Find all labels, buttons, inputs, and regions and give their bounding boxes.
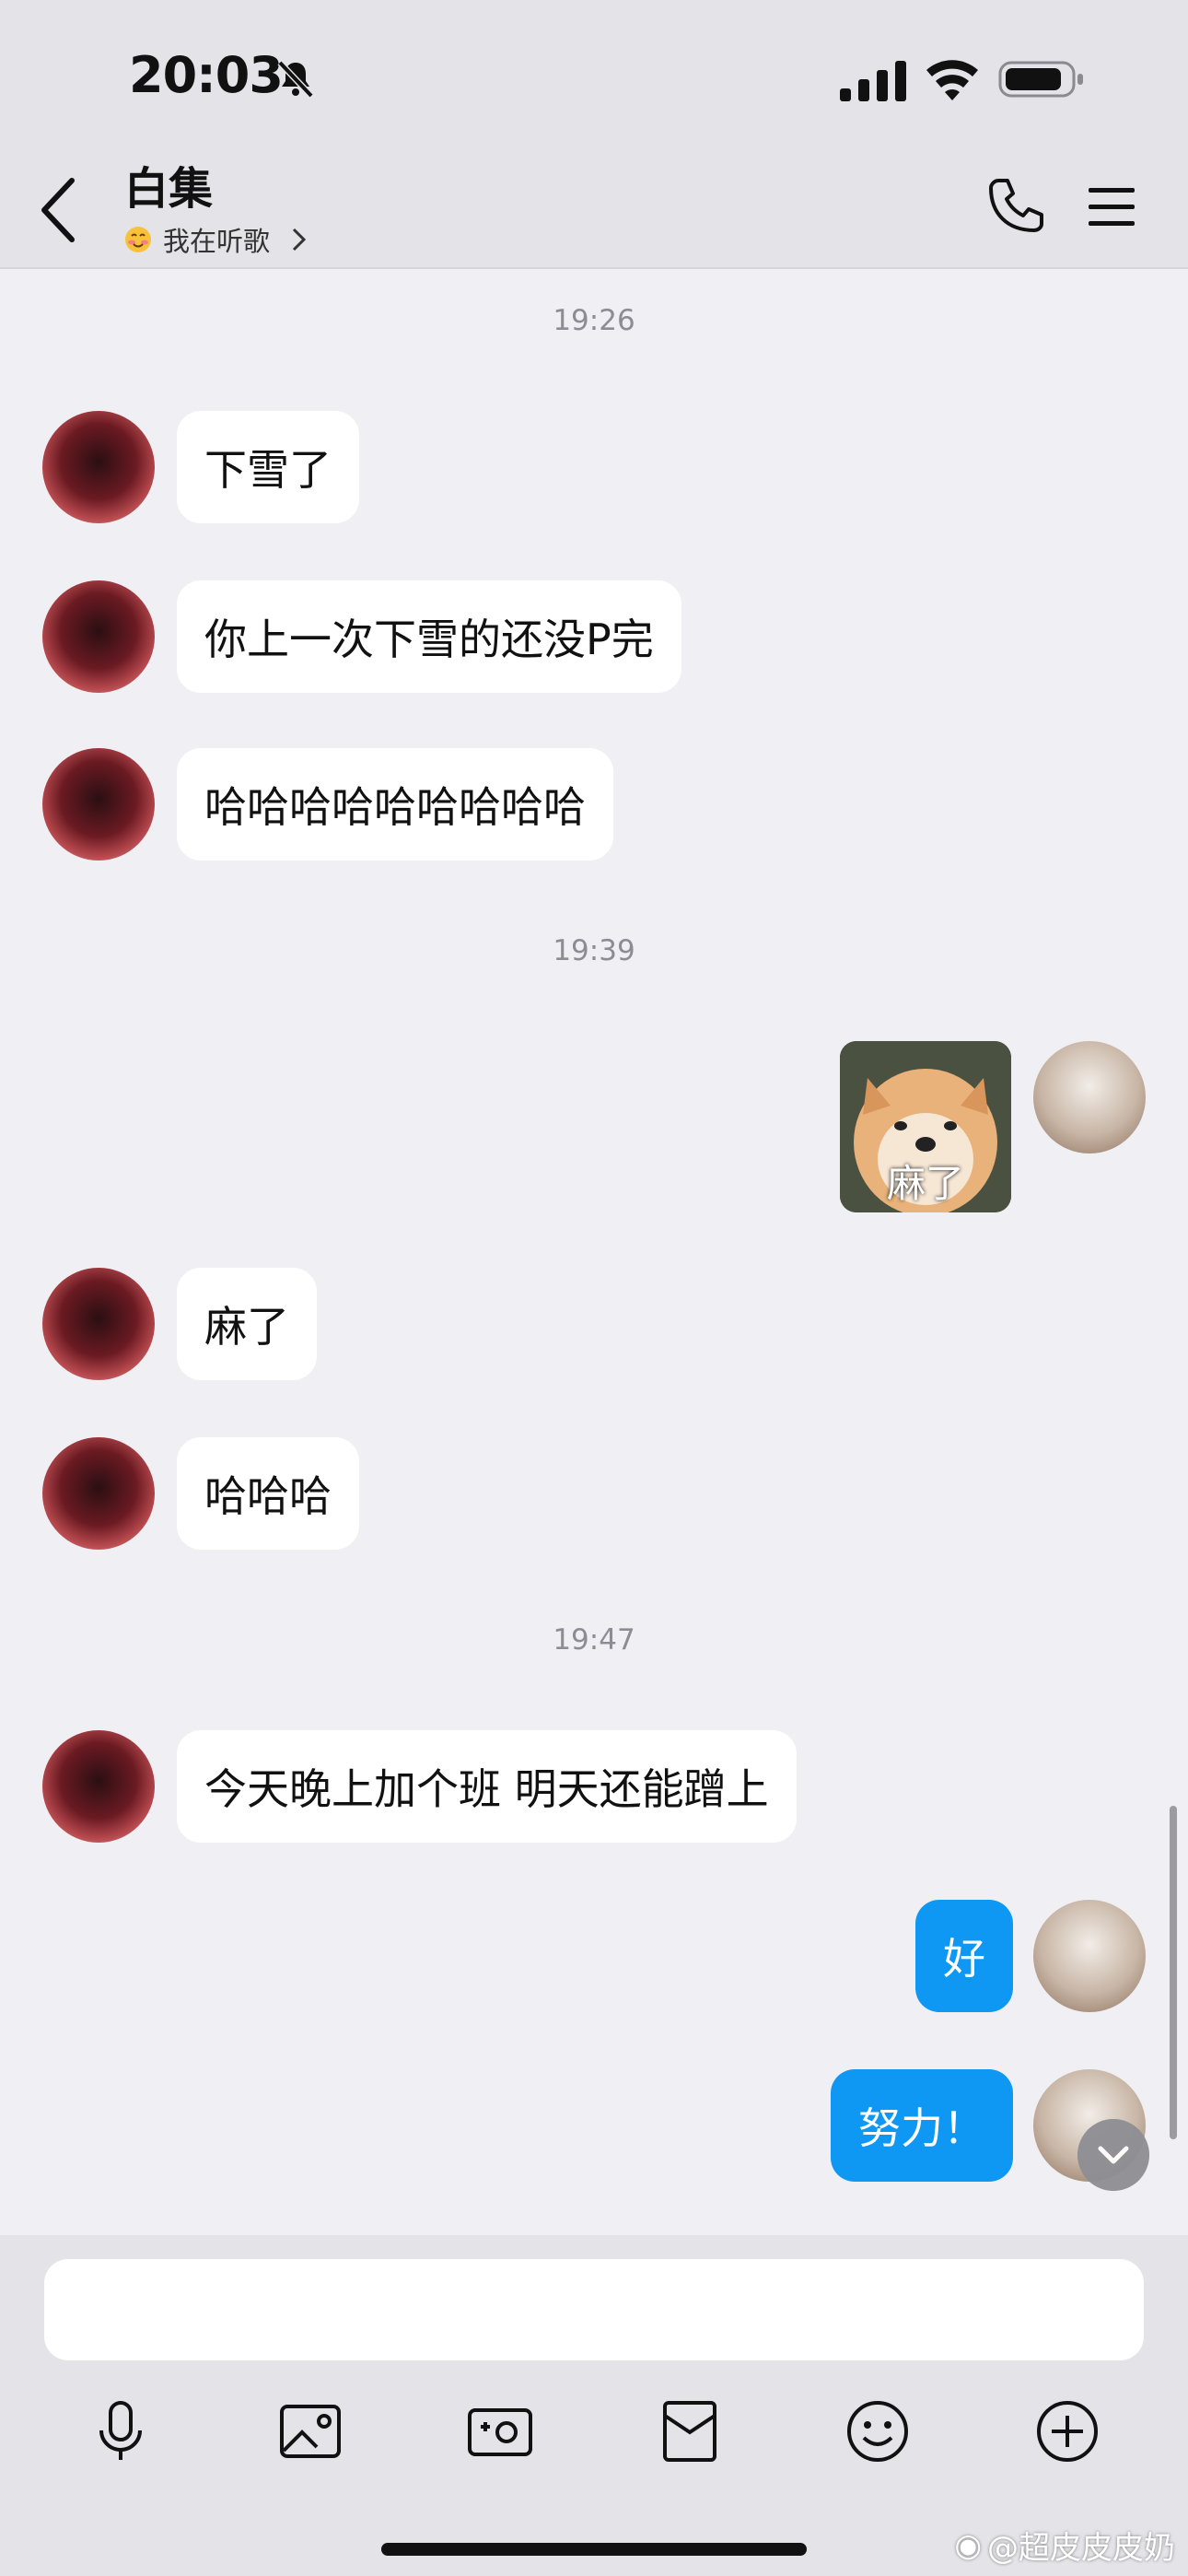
outgoing-message-bubble[interactable]: 好 bbox=[915, 1900, 1013, 2012]
message-row: 哈哈哈哈哈哈哈哈哈 bbox=[0, 748, 1188, 862]
message-row: 你上一次下雪的还没P完 bbox=[0, 580, 1188, 695]
message-row: 麻了 bbox=[0, 1041, 1188, 1216]
emoji-icon[interactable] bbox=[842, 2395, 914, 2467]
message-row: 今天晚上加个班 明天还能蹭上 bbox=[0, 1730, 1188, 1844]
contact-avatar[interactable] bbox=[42, 411, 155, 523]
smiling-emoji-icon bbox=[125, 227, 151, 252]
status-line[interactable]: 我在听歌 bbox=[124, 221, 309, 258]
plus-icon[interactable] bbox=[1031, 2395, 1103, 2467]
toolbar bbox=[0, 2383, 1188, 2502]
contact-avatar[interactable] bbox=[42, 748, 155, 861]
incoming-message-bubble[interactable]: 哈哈哈 bbox=[177, 1437, 359, 1550]
my-avatar[interactable] bbox=[1033, 1041, 1146, 1153]
phone-call-button[interactable] bbox=[984, 175, 1046, 238]
incoming-message-bubble[interactable]: 哈哈哈哈哈哈哈哈哈 bbox=[177, 748, 613, 861]
input-bar: ◉ @超皮皮皮奶 bbox=[0, 2235, 1188, 2576]
incoming-message-bubble[interactable]: 你上一次下雪的还没P完 bbox=[177, 580, 681, 693]
message-row: 好 bbox=[0, 1900, 1188, 2014]
image-icon[interactable] bbox=[274, 2395, 346, 2467]
incoming-message-bubble[interactable]: 下雪了 bbox=[177, 411, 359, 523]
chat-title[interactable]: 白集 bbox=[124, 152, 213, 217]
home-indicator[interactable] bbox=[381, 2543, 807, 2556]
signal-icon bbox=[840, 61, 906, 101]
timestamp: 19:26 bbox=[553, 304, 635, 337]
contact-avatar[interactable] bbox=[42, 580, 155, 693]
sticker-message[interactable]: 麻了 bbox=[840, 1041, 1011, 1212]
chevron-right-icon bbox=[292, 228, 307, 252]
mute-bell-icon bbox=[277, 60, 314, 99]
camera-icon[interactable] bbox=[464, 2395, 536, 2467]
message-row: 麻了 bbox=[0, 1268, 1188, 1382]
watermark: ◉ @超皮皮皮奶 bbox=[954, 2523, 1175, 2568]
back-button[interactable] bbox=[37, 175, 79, 245]
contact-avatar[interactable] bbox=[42, 1437, 155, 1550]
timestamp: 19:47 bbox=[553, 1623, 635, 1657]
message-input[interactable] bbox=[44, 2259, 1144, 2360]
top-bar: 20:03 白集 我在听歌 bbox=[0, 0, 1188, 269]
scrollbar[interactable] bbox=[1170, 1806, 1177, 2139]
sticker-caption: 麻了 bbox=[886, 1161, 964, 1206]
message-row: 哈哈哈 bbox=[0, 1437, 1188, 1551]
contact-avatar[interactable] bbox=[42, 1730, 155, 1843]
contact-avatar[interactable] bbox=[42, 1268, 155, 1380]
outgoing-message-bubble[interactable]: 努力！ bbox=[831, 2069, 1013, 2182]
status-text: 我在听歌 bbox=[163, 226, 271, 257]
timestamp: 19:39 bbox=[553, 934, 635, 967]
wifi-icon bbox=[926, 60, 978, 100]
incoming-message-bubble[interactable]: 麻了 bbox=[177, 1268, 317, 1380]
watermark-text: @超皮皮皮奶 bbox=[987, 2530, 1175, 2567]
scroll-to-bottom-button[interactable] bbox=[1077, 2119, 1149, 2191]
weibo-logo-icon: ◉ bbox=[954, 2526, 982, 2564]
menu-button[interactable] bbox=[1087, 184, 1136, 230]
message-row: 下雪了 bbox=[0, 411, 1188, 525]
status-time: 20:03 bbox=[129, 46, 284, 104]
battery-icon bbox=[998, 61, 1083, 98]
red-packet-icon[interactable] bbox=[654, 2395, 726, 2467]
incoming-message-bubble[interactable]: 今天晚上加个班 明天还能蹭上 bbox=[177, 1730, 797, 1843]
chat-area[interactable]: 19:26 下雪了 你上一次下雪的还没P完 哈哈哈哈哈哈哈哈哈 19:39 麻了 bbox=[0, 271, 1188, 2233]
message-row: 努力！ bbox=[0, 2069, 1188, 2184]
microphone-icon[interactable] bbox=[85, 2395, 157, 2467]
my-avatar[interactable] bbox=[1033, 1900, 1146, 2012]
